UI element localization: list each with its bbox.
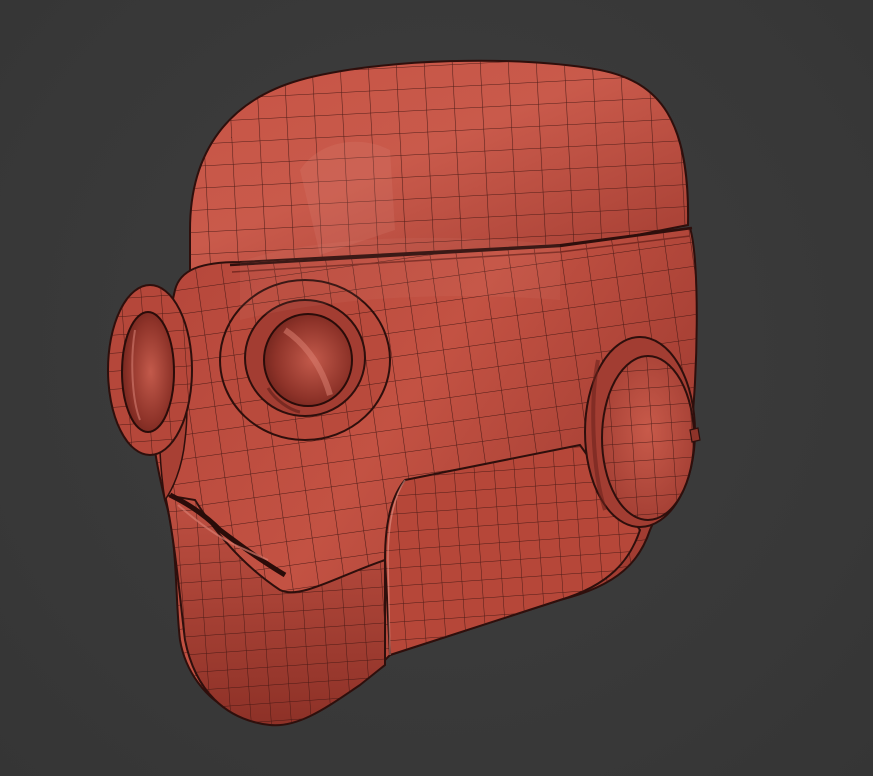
left-eye-socket [107, 284, 193, 456]
robot-head-render [107, 59, 701, 727]
3d-viewport[interactable] [0, 0, 873, 776]
